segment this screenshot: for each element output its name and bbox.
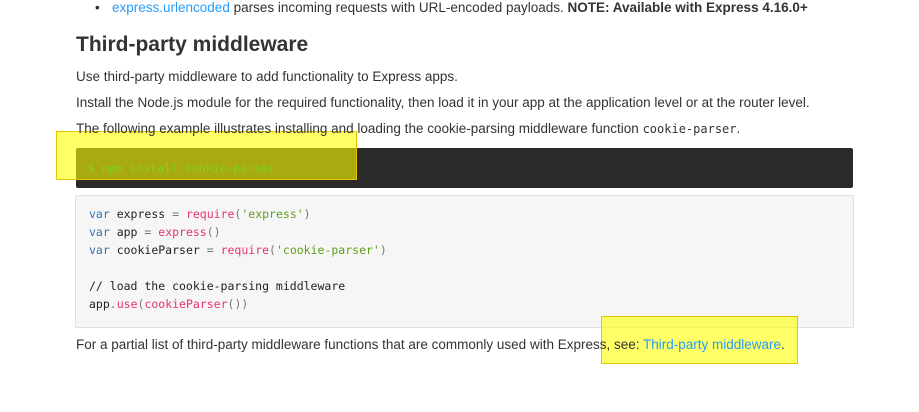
period: . <box>736 121 741 136</box>
code-comment: // load the cookie-parsing middleware <box>89 279 346 293</box>
period: . <box>781 337 785 352</box>
paragraph-example-text: The following example illustrates instal… <box>76 121 643 136</box>
bullet-text: parses incoming requests with URL-encode… <box>229 0 568 15</box>
code-line: var app = express() <box>89 225 221 239</box>
footer-paragraph: For a partial list of third-party middle… <box>76 336 785 354</box>
third-party-middleware-link[interactable]: Third-party middleware <box>643 337 781 352</box>
section-heading: Third-party middleware <box>76 33 309 56</box>
code-line: var cookieParser = require('cookie-parse… <box>89 243 387 257</box>
paragraph-install: Install the Node.js module for the requi… <box>76 95 810 110</box>
bullet-note: NOTE: Available with Express 4.16.0+ <box>567 0 808 15</box>
bullet-item: express.urlencoded parses incoming reque… <box>112 0 808 15</box>
express-urlencoded-link[interactable]: express.urlencoded <box>112 0 230 15</box>
code-line: app.use(cookieParser()) <box>89 297 249 311</box>
paragraph-example: The following example illustrates instal… <box>76 120 740 138</box>
terminal-command: $ npm install cookie-parser <box>88 161 275 175</box>
bullet-dot: • <box>95 0 100 15</box>
footer-text: For a partial list of third-party middle… <box>76 337 643 352</box>
paragraph-intro: Use third-party middleware to add functi… <box>76 69 458 84</box>
inline-code: cookie-parser <box>642 122 737 136</box>
terminal-block: $ npm install cookie-parser <box>76 148 853 188</box>
code-line: var express = require('express') <box>89 207 311 221</box>
code-block: var express = require('express') var app… <box>75 195 854 328</box>
